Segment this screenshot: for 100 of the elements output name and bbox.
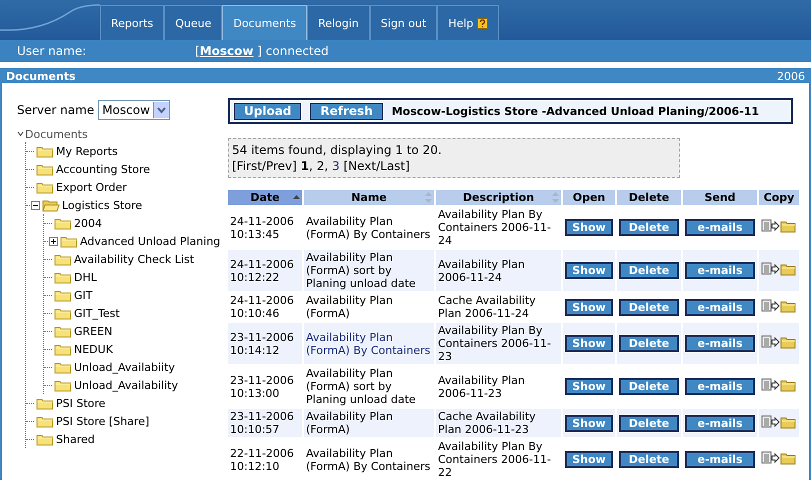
folder-icon	[54, 378, 72, 392]
copy-to-folder-icon[interactable]	[761, 414, 797, 428]
description-cell-text: Availability Plan 2006-11-23	[437, 372, 526, 402]
collapse-icon[interactable]	[31, 200, 40, 210]
description-cell: Cache Availability Plan 2006-11-23	[436, 409, 561, 437]
tree-item[interactable]: Export Order	[56, 180, 127, 194]
page-link[interactable]: 2	[316, 159, 324, 173]
nav-tab[interactable]: Reports	[100, 5, 164, 40]
show-button[interactable]: Show	[565, 451, 613, 468]
date-cell-text: 22-11-2006 10:12:10	[229, 446, 295, 474]
tree-item[interactable]: GIT	[74, 288, 92, 302]
tree-item[interactable]: GIT_Test	[74, 306, 120, 320]
date-cell-text: 23-11-2006 10:13:00	[229, 372, 295, 402]
show-button[interactable]: Show	[565, 414, 613, 432]
nav-tab[interactable]: Relogin	[307, 5, 370, 40]
nav-tab[interactable]: Queue	[164, 5, 222, 40]
show-button[interactable]: Show	[565, 262, 613, 279]
folder-icon	[54, 360, 72, 374]
tree-item[interactable]: NEDUK	[74, 342, 113, 356]
description-cell: Availability Plan 2006-11-24	[436, 250, 561, 291]
user-name-label: User name:	[16, 44, 88, 58]
page-link[interactable]: 1	[300, 159, 310, 173]
column-header: Copy	[759, 190, 799, 205]
column-header: Delete	[617, 190, 681, 205]
delete-button[interactable]: Delete	[619, 219, 679, 236]
tree-item[interactable]: GREEN	[74, 324, 112, 338]
copy-to-folder-icon[interactable]	[761, 262, 797, 276]
toolbar-button[interactable]: Refresh	[310, 102, 383, 120]
column-header[interactable]: Description	[436, 190, 561, 205]
delete-button[interactable]: Delete	[619, 378, 679, 395]
tree-item[interactable]: Unload_Availability	[74, 378, 178, 392]
name-cell-text: Availability Plan (FormA) sort by Planing unload date	[305, 366, 417, 407]
nav-tab[interactable]: Help	[437, 5, 500, 40]
folder-path: Moscow-Logistics Store -Advanced Unload Planing/2006-11	[392, 104, 760, 118]
help-icon	[477, 18, 488, 28]
email-button[interactable]: e-mails	[685, 378, 755, 395]
toolbar-button[interactable]: Upload	[234, 102, 302, 120]
expand-icon[interactable]	[49, 236, 58, 246]
user-link[interactable]: Moscow	[200, 44, 254, 58]
email-button[interactable]: e-mails	[685, 414, 755, 432]
name-cell: Availability Plan (FormA) sort by Planing unload date	[304, 250, 434, 291]
folder-icon	[36, 432, 54, 446]
tree-item[interactable]: Shared	[56, 432, 95, 446]
tree-item[interactable]: PSI Store	[56, 396, 106, 410]
folder-icon	[54, 252, 72, 266]
tree-item[interactable]: Availability Check List	[74, 252, 194, 266]
copy-to-folder-icon[interactable]	[761, 378, 797, 392]
show-button[interactable]: Show	[565, 378, 613, 395]
copy-to-folder-icon[interactable]	[761, 451, 797, 465]
delete-button[interactable]: Delete	[619, 414, 679, 432]
page-link[interactable]: 3	[332, 159, 340, 173]
panel-title: Documents	[6, 70, 76, 83]
show-button[interactable]: Show	[565, 335, 613, 352]
date-cell: 23-11-2006 10:10:57	[228, 409, 302, 437]
delete-button[interactable]: Delete	[619, 298, 679, 316]
column-header: Send	[683, 190, 757, 205]
server-select[interactable]: Moscow	[98, 100, 170, 120]
tree-item[interactable]: DHL	[74, 270, 97, 284]
tree-item[interactable]: 2004	[74, 216, 102, 230]
nav-tab[interactable]: Documents	[222, 5, 308, 40]
delete-button[interactable]: Delete	[619, 451, 679, 468]
pager-next[interactable]: [Next/Last]	[343, 159, 410, 173]
collapse-icon[interactable]	[17, 131, 24, 137]
folder-icon	[36, 144, 54, 158]
description-cell-text: Availability Plan By Containers 2006-11-22	[437, 439, 552, 480]
description-cell-text: Availability Plan By Containers 2006-11-24	[437, 207, 552, 248]
name-cell-text: Availability Plan (FormA) By Containers	[305, 214, 432, 242]
dropdown-icon[interactable]	[152, 102, 169, 118]
tree-item[interactable]: Accounting Store	[56, 162, 150, 176]
column-header[interactable]: Date	[228, 190, 302, 205]
show-button[interactable]: Show	[565, 298, 613, 316]
column-header[interactable]: Name	[304, 190, 434, 205]
separator: ,	[324, 159, 328, 173]
email-button[interactable]: e-mails	[685, 262, 755, 279]
tree-item[interactable]: PSI Store [Share]	[56, 414, 150, 428]
copy-to-folder-icon[interactable]	[761, 298, 797, 312]
tree-item[interactable]: Advanced Unload Planing	[80, 234, 220, 248]
folder-icon	[54, 216, 72, 230]
delete-button[interactable]: Delete	[619, 262, 679, 279]
column-header: Open	[563, 190, 615, 205]
tree-item[interactable]: Unload_Availabiity	[74, 360, 175, 374]
folder-icon	[54, 342, 72, 356]
delete-button[interactable]: Delete	[619, 335, 679, 352]
email-button[interactable]: e-mails	[685, 335, 755, 352]
email-button[interactable]: e-mails	[685, 451, 755, 468]
copy-to-folder-icon[interactable]	[761, 335, 797, 349]
folder-icon	[54, 270, 72, 284]
name-cell-text: Availability Plan (FormA) By Containers	[305, 446, 432, 474]
show-button[interactable]: Show	[565, 219, 613, 236]
tree-root[interactable]: Documents	[25, 128, 88, 140]
email-button[interactable]: e-mails	[685, 219, 755, 236]
pager-prev[interactable]: [First/Prev]	[232, 159, 297, 173]
nav-tab[interactable]: Sign out	[370, 5, 438, 40]
separator: ,	[309, 159, 313, 173]
description-cell-text: Cache Availability Plan 2006-11-24	[437, 293, 537, 321]
tree-item[interactable]: My Reports	[56, 144, 118, 158]
copy-to-folder-icon[interactable]	[761, 219, 797, 233]
tree-item[interactable]: Logistics Store	[62, 198, 142, 212]
email-button[interactable]: e-mails	[685, 298, 755, 316]
date-cell: 24-11-2006 10:12:22	[228, 250, 302, 291]
